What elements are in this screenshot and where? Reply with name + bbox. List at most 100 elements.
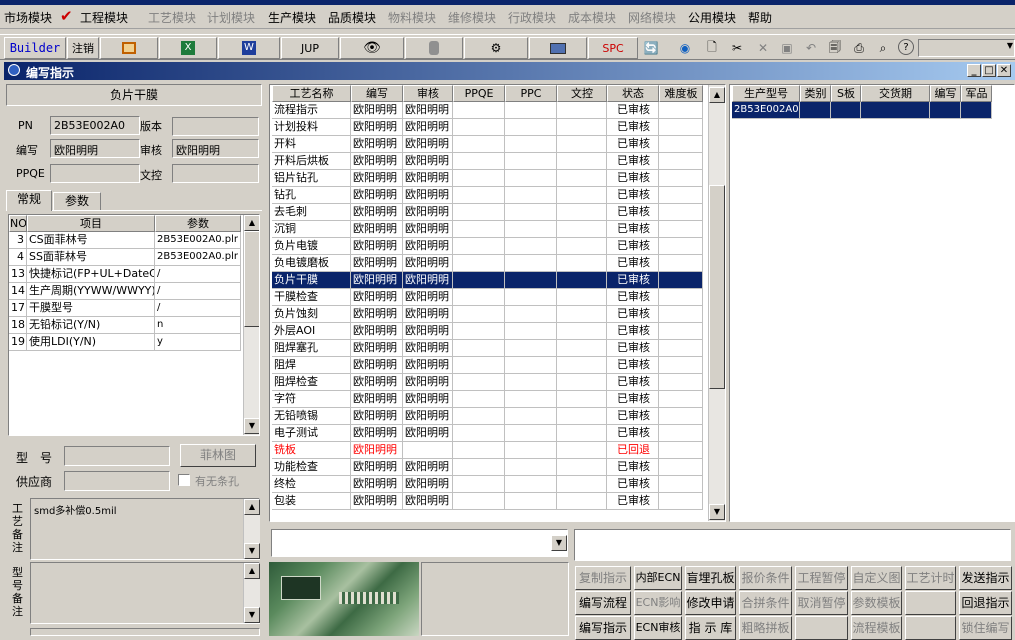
print-icon[interactable]: ⎙	[850, 39, 868, 57]
version-field[interactable]	[172, 117, 259, 136]
action-button-1-6[interactable]	[905, 591, 956, 615]
pn-field[interactable]: 2B53E002A0	[50, 116, 140, 135]
action-button-0-7[interactable]: 发送指示	[959, 566, 1012, 590]
action-button-2-7[interactable]: 锁住编写	[959, 616, 1012, 640]
print-preview-icon[interactable]: 🗐	[826, 39, 844, 57]
network-button[interactable]: ⚙	[464, 37, 528, 59]
word-button[interactable]: W	[218, 37, 280, 59]
supplier-field[interactable]	[64, 471, 170, 491]
scroll-down-arrow[interactable]: ▼	[244, 607, 260, 623]
scroll-up-arrow[interactable]: ▲	[244, 563, 260, 579]
report-button[interactable]	[100, 37, 158, 59]
scroll-up-arrow[interactable]: ▲	[244, 499, 260, 515]
action-button-0-3[interactable]: 报价条件	[739, 566, 792, 590]
process-combo[interactable]: ▼	[271, 529, 568, 557]
builder-button[interactable]: Builder	[4, 37, 66, 59]
action-button-0-5[interactable]: 自定义图	[851, 566, 902, 590]
action-button-0-1[interactable]: 内部ECN	[634, 566, 682, 590]
action-button-1-0[interactable]: 编写流程	[575, 591, 631, 615]
scroll-down-arrow[interactable]: ▼	[244, 418, 259, 434]
action-button-0-6[interactable]: 工艺计时	[905, 566, 956, 590]
menu-quality[interactable]: 品质模块	[328, 9, 376, 26]
scroll-thumb[interactable]	[244, 231, 259, 327]
help-icon[interactable]: ?	[898, 39, 914, 55]
action-button-2-2[interactable]: 指 示 库	[685, 616, 736, 640]
extra-note-field[interactable]	[30, 628, 260, 636]
menu-cost[interactable]: 成本模块	[568, 9, 616, 26]
film-button[interactable]: 菲林图	[180, 444, 256, 467]
action-button-1-1[interactable]: ECN影响	[634, 591, 682, 615]
menu-plan[interactable]: 计划模块	[207, 9, 255, 26]
scroll-thumb[interactable]	[709, 185, 725, 389]
chevron-down-icon[interactable]: ▼	[551, 535, 567, 551]
toolbar-combo[interactable]: ▼	[918, 39, 1015, 57]
model-note-textarea[interactable]: ▲ ▼	[30, 562, 260, 624]
jup-button[interactable]: JUP	[281, 37, 339, 59]
scroll-up-arrow[interactable]: ▲	[244, 215, 259, 231]
action-button-1-3[interactable]: 合拼条件	[739, 591, 792, 615]
minimize-button[interactable]: _	[967, 64, 981, 77]
excel-button[interactable]: X	[159, 37, 217, 59]
computer-button[interactable]	[529, 37, 587, 59]
review-field[interactable]: 欧阳明明	[172, 139, 259, 158]
menu-network[interactable]: 网络模块	[628, 9, 676, 26]
action-button-2-6[interactable]	[905, 616, 956, 640]
cell-s-board	[831, 102, 861, 119]
tab-params[interactable]: 参数	[53, 192, 101, 211]
delete-icon[interactable]: ✕	[754, 39, 772, 57]
menu-production[interactable]: 生产模块	[268, 9, 316, 26]
menu-market[interactable]: 市场模块	[4, 9, 52, 26]
pcb-photo	[269, 562, 419, 636]
menu-repair[interactable]: 维修模块	[448, 9, 496, 26]
menu-common[interactable]: 公用模块	[688, 9, 736, 26]
author-field[interactable]: 欧阳明明	[50, 139, 140, 158]
menu-engineering[interactable]: 工程模块	[80, 9, 128, 26]
action-button-0-4[interactable]: 工程暂停	[795, 566, 848, 590]
find-icon[interactable]: ⌕	[874, 39, 892, 57]
doc-control-field[interactable]	[172, 164, 259, 183]
scroll-down-arrow[interactable]: ▼	[244, 543, 260, 559]
tab-general[interactable]: 常规	[6, 190, 52, 211]
process-note-textarea[interactable]: smd多补偿0.5mil ▲ ▼	[30, 498, 260, 560]
menu-material[interactable]: 物料模块	[388, 9, 436, 26]
action-button-1-5[interactable]: 参数模板	[851, 591, 902, 615]
cell-diff	[659, 119, 703, 136]
action-button-1-7[interactable]: 回退指示	[959, 591, 1012, 615]
action-button-2-3[interactable]: 粗略拼板	[739, 616, 792, 640]
action-button-0-0[interactable]: 复制指示	[575, 566, 631, 590]
scroll-down-arrow[interactable]: ▼	[709, 504, 725, 520]
view-button[interactable]: 👁	[340, 37, 404, 59]
globe-icon[interactable]: ◉	[676, 39, 694, 57]
action-button-1-4[interactable]: 取消暂停	[795, 591, 848, 615]
cell-ppc	[505, 493, 557, 510]
logout-button[interactable]: 注销	[67, 37, 99, 59]
process-scrollbar[interactable]: ▲ ▼	[708, 85, 725, 521]
no-strip-checkbox[interactable]	[178, 474, 190, 486]
save-icon[interactable]: ▣	[778, 39, 796, 57]
new-document-icon[interactable]: 🗋	[703, 39, 721, 57]
process-note-scrollbar[interactable]: ▲ ▼	[243, 499, 260, 559]
model-field[interactable]	[64, 446, 170, 466]
action-button-2-0[interactable]: 编写指示	[575, 616, 631, 640]
refresh-icon[interactable]: 🔄	[642, 39, 660, 57]
model-note-scrollbar[interactable]: ▲ ▼	[243, 563, 260, 623]
action-button-2-5[interactable]: 流程模板	[851, 616, 902, 640]
spc-button[interactable]: SPC	[588, 37, 638, 59]
remark-field[interactable]	[574, 529, 1011, 561]
cut-icon[interactable]: ✂	[728, 39, 746, 57]
database-button[interactable]	[405, 37, 463, 59]
scroll-up-arrow[interactable]: ▲	[709, 87, 725, 103]
ppqe-field[interactable]	[50, 164, 140, 183]
menu-help[interactable]: 帮助	[748, 9, 772, 26]
close-button[interactable]: ✕	[997, 64, 1011, 77]
cell-dc	[557, 391, 607, 408]
undo-icon[interactable]: ↶	[802, 39, 820, 57]
menu-admin[interactable]: 行政模块	[508, 9, 556, 26]
menu-process[interactable]: 工艺模块	[148, 9, 196, 26]
restore-button[interactable]: □	[982, 64, 996, 77]
action-button-2-4[interactable]	[795, 616, 848, 640]
params-scrollbar[interactable]: ▲ ▼	[243, 215, 259, 435]
action-button-0-2[interactable]: 盲埋孔板	[685, 566, 736, 590]
action-button-2-1[interactable]: ECN审核	[634, 616, 682, 640]
action-button-1-2[interactable]: 修改申请	[685, 591, 736, 615]
